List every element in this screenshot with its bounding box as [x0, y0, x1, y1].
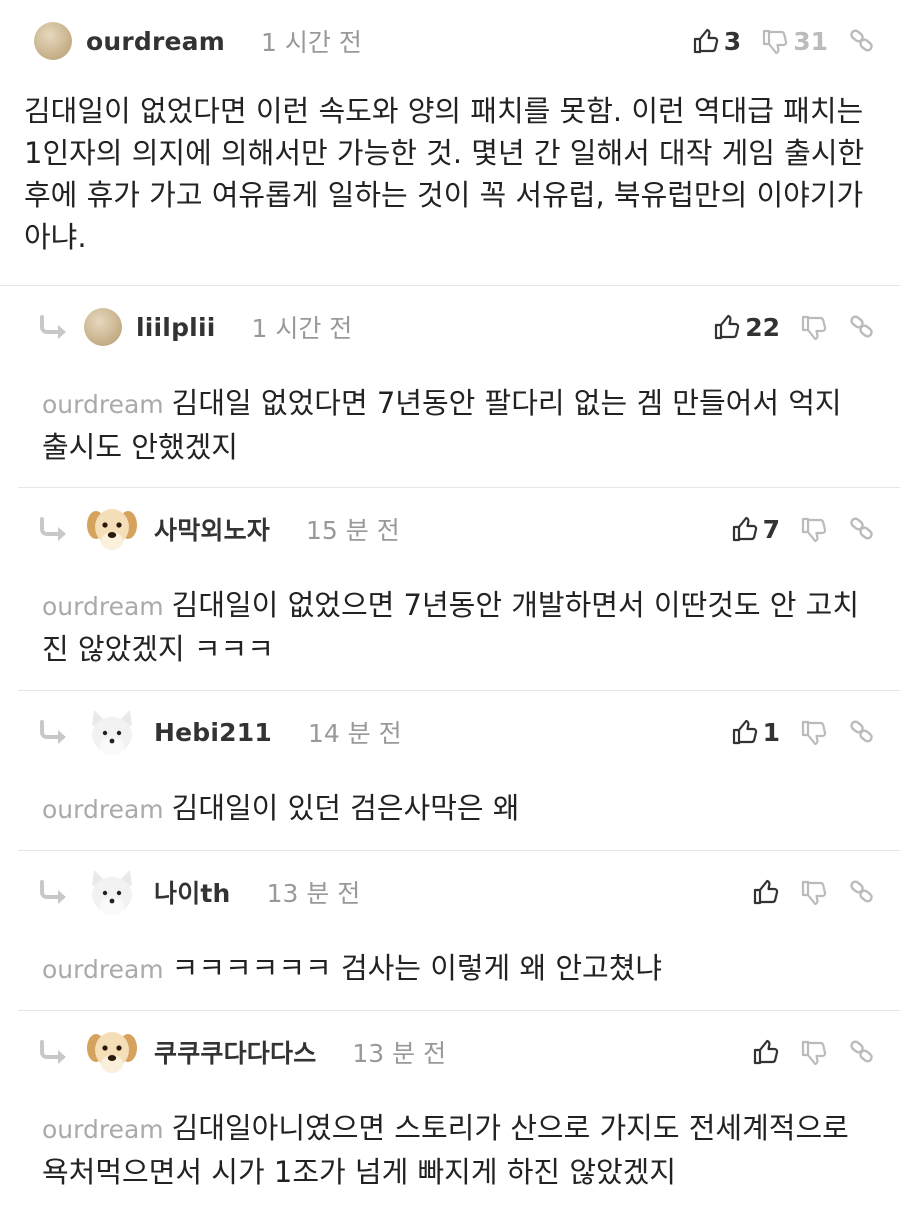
thumbs-up-icon — [752, 1038, 780, 1066]
timestamp: 14 분 전 — [307, 719, 402, 748]
puppy-avatar[interactable] — [84, 501, 140, 557]
comment-actions: 3 31 — [672, 27, 876, 56]
mention[interactable]: ourdream — [42, 795, 164, 824]
reply-meta: 사막외노자 15 분 전 7 — [18, 504, 900, 554]
reply-arrow-icon — [38, 1038, 72, 1066]
timestamp: 1 시간 전 — [251, 314, 353, 343]
like-button[interactable]: 3 — [692, 27, 741, 56]
like-button[interactable]: 1 — [731, 718, 780, 747]
reply: 쿠쿠쿠다다다스 13 분 전 ourdream 김대일아니였으면 스토리가 산으로… — [18, 1011, 900, 1211]
timestamp: 1 시간 전 — [261, 28, 362, 57]
reply-actions: 1 — [711, 718, 876, 747]
thumbs-up-icon — [713, 313, 741, 341]
dislike-button[interactable]: 31 — [761, 27, 828, 56]
thumbs-down-icon — [800, 718, 828, 746]
link-icon — [848, 1038, 876, 1066]
like-button[interactable] — [752, 1038, 780, 1066]
mention[interactable]: ourdream — [42, 390, 164, 419]
username[interactable]: ourdream — [86, 27, 225, 56]
username[interactable]: 나이th — [154, 874, 231, 910]
thumbs-down-icon — [800, 1038, 828, 1066]
avatar[interactable] — [34, 22, 72, 60]
link-icon — [848, 313, 876, 341]
reply-text: ourdream 김대일이 있던 검은사막은 왜 — [42, 787, 876, 831]
thumbs-up-icon — [731, 718, 759, 746]
like-count: 3 — [723, 26, 742, 56]
reply-body: ㅋㅋㅋㅋㅋㅋ 검사는 이렇게 왜 안고쳤냐 — [171, 951, 663, 985]
mention[interactable]: ourdream — [42, 592, 164, 621]
reply-meta: 쿠쿠쿠다다다스 13 분 전 — [18, 1027, 900, 1077]
thumbs-down-icon — [800, 515, 828, 543]
reply-meta: Hebi211 14 분 전 1 — [18, 707, 900, 757]
mention[interactable]: ourdream — [42, 1115, 164, 1144]
reply-arrow-icon — [38, 718, 72, 746]
dislike-button[interactable] — [800, 515, 828, 543]
reply: liilplii 1 시간 전 22 ourdream 김대일 없었다면 7년동안… — [18, 286, 900, 488]
reply-arrow-icon — [38, 878, 72, 906]
dislike-button[interactable] — [800, 878, 828, 906]
timestamp: 13 분 전 — [352, 1039, 447, 1068]
comment: ourdream 1 시간 전 3 31 김대일이 없었다면 이런 속도와 양의… — [0, 0, 900, 286]
link-button[interactable] — [848, 515, 876, 543]
reply-meta: liilplii 1 시간 전 22 — [18, 302, 900, 352]
reply-actions: 22 — [693, 313, 876, 342]
thumbs-up-icon — [692, 27, 720, 55]
like-count: 1 — [762, 717, 780, 747]
link-button[interactable] — [848, 1038, 876, 1066]
link-button[interactable] — [848, 718, 876, 746]
thumbs-down-icon — [761, 27, 789, 55]
thumbs-up-icon — [752, 878, 780, 906]
reply-text: ourdream ㅋㅋㅋㅋㅋㅋ 검사는 이렇게 왜 안고쳤냐 — [42, 947, 876, 991]
comment-text: 김대일이 없었다면 이런 속도와 양의 패치를 못함. 이런 역대급 패치는 1… — [24, 94, 865, 254]
reply-body: 김대일이 없었으면 7년동안 개발하면서 이딴것도 안 고치진 않았겠지 ㅋㅋㅋ — [42, 588, 860, 666]
like-count: 7 — [762, 514, 780, 544]
puppy-avatar[interactable] — [84, 1024, 140, 1080]
thumbs-down-icon — [800, 313, 828, 341]
white-fox-avatar[interactable] — [84, 704, 140, 760]
reply-body: 김대일이 있던 검은사막은 왜 — [171, 791, 520, 825]
link-button[interactable] — [848, 313, 876, 341]
link-icon — [848, 718, 876, 746]
reply-text: ourdream 김대일 없었다면 7년동안 팔다리 없는 겜 만들어서 억지 출… — [42, 382, 876, 468]
reply-actions — [732, 1038, 876, 1066]
reply-arrow-icon — [38, 313, 72, 341]
reply-actions: 7 — [711, 515, 876, 544]
dislike-button[interactable] — [800, 718, 828, 746]
dislike-count: 31 — [793, 26, 828, 56]
thumbs-down-icon — [800, 878, 828, 906]
dislike-button[interactable] — [800, 1038, 828, 1066]
like-button[interactable]: 22 — [713, 313, 780, 342]
link-icon — [848, 878, 876, 906]
reply-meta: 나이th 13 분 전 — [18, 867, 900, 917]
reply-text: ourdream 김대일아니였으면 스토리가 산으로 가지도 전세계적으로 욕처먹… — [42, 1107, 876, 1193]
like-count: 22 — [745, 312, 780, 342]
reply-actions — [732, 878, 876, 906]
link-button[interactable] — [848, 878, 876, 906]
avatar[interactable] — [84, 308, 122, 346]
username[interactable]: 쿠쿠쿠다다다스 — [154, 1034, 316, 1070]
reply: 사막외노자 15 분 전 7 ourdream 김대일이 없었으면 7년동안 개발… — [18, 488, 900, 691]
reply: Hebi211 14 분 전 1 ourdream 김대일이 있던 검은사막은 왜 — [18, 691, 900, 851]
timestamp: 15 분 전 — [306, 516, 400, 545]
link-icon — [848, 515, 876, 543]
thumbs-up-icon — [731, 515, 759, 543]
reply: 나이th 13 분 전 ourdream ㅋㅋㅋㅋㅋㅋ 검사는 이렇게 왜 안고쳤… — [18, 851, 900, 1011]
username[interactable]: Hebi211 — [154, 718, 272, 747]
comment-meta: ourdream 1 시간 전 3 31 — [0, 16, 900, 66]
like-button[interactable] — [752, 878, 780, 906]
reply-text: ourdream 김대일이 없었으면 7년동안 개발하면서 이딴것도 안 고치진 … — [42, 584, 876, 670]
white-fox-avatar[interactable] — [84, 864, 140, 920]
like-button[interactable]: 7 — [731, 515, 780, 544]
username[interactable]: 사막외노자 — [154, 511, 270, 547]
timestamp: 13 분 전 — [266, 879, 361, 908]
mention[interactable]: ourdream — [42, 955, 164, 984]
reply-arrow-icon — [38, 515, 72, 543]
dislike-button[interactable] — [800, 313, 828, 341]
username[interactable]: liilplii — [136, 313, 215, 342]
link-icon — [848, 27, 876, 55]
link-button[interactable] — [848, 27, 876, 55]
